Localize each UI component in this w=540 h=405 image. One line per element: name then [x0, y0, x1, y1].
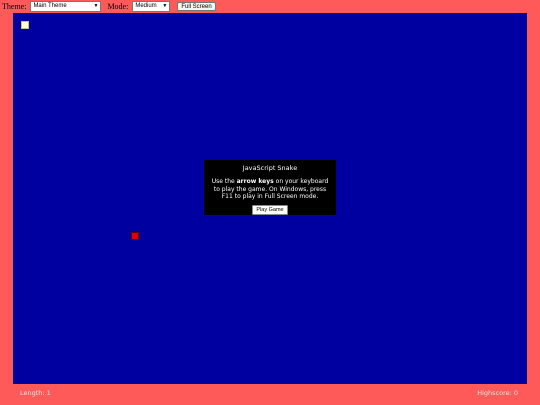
mode-label: Mode:	[107, 2, 129, 11]
play-game-button[interactable]: Play Game	[252, 204, 288, 215]
snake-head	[131, 232, 139, 240]
game-board[interactable]: JavaScript Snake Use the arrow keys on y…	[13, 13, 527, 384]
highscore-counter: Highscore: 0	[477, 389, 518, 397]
food-block	[21, 21, 29, 29]
theme-select[interactable]: Main Theme ▼	[30, 1, 102, 12]
toolbar: Theme: Main Theme ▼ Mode: Medium ▼ Full …	[2, 1, 216, 12]
mode-select-value: Medium	[135, 3, 157, 9]
length-counter: Length: 1	[20, 389, 51, 397]
dialog-message-start: Use the	[211, 178, 237, 185]
chevron-down-icon: ▼	[93, 3, 99, 9]
dialog-message: Use the arrow keys on your keyboard to p…	[208, 178, 332, 201]
dialog-title: JavaScript Snake	[242, 164, 298, 172]
welcome-dialog: JavaScript Snake Use the arrow keys on y…	[204, 160, 336, 215]
mode-select[interactable]: Medium ▼	[132, 1, 171, 12]
dialog-message-keys: arrow keys	[236, 178, 274, 185]
theme-label: Theme:	[2, 2, 27, 11]
theme-select-value: Main Theme	[33, 3, 67, 9]
chevron-down-icon: ▼	[162, 3, 168, 9]
full-screen-button[interactable]: Full Screen	[177, 2, 216, 11]
